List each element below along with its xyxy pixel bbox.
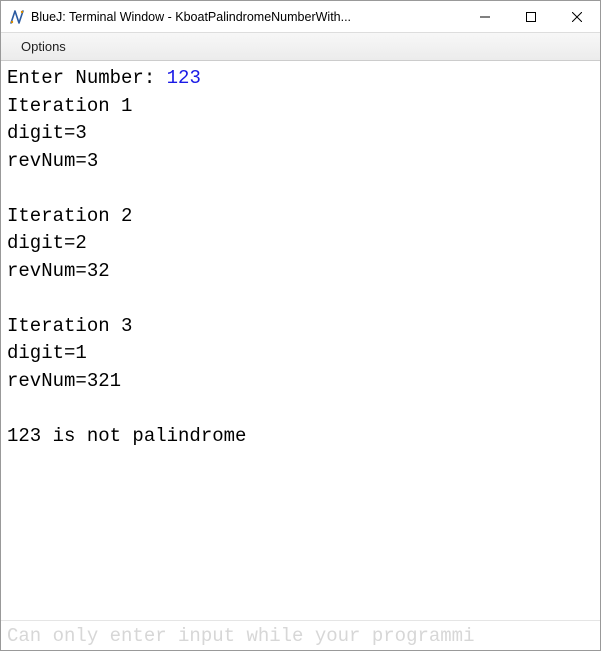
window-controls: [462, 1, 600, 32]
bluej-icon: [9, 9, 25, 25]
terminal-prompt: Enter Number:: [7, 67, 167, 89]
terminal-output[interactable]: Enter Number: 123 Iteration 1 digit=3 re…: [1, 61, 600, 620]
status-bar: Can only enter input while your programm…: [1, 620, 600, 650]
titlebar: BlueJ: Terminal Window - KboatPalindrome…: [1, 1, 600, 33]
window-title: BlueJ: Terminal Window - KboatPalindrome…: [31, 10, 462, 24]
menu-options[interactable]: Options: [15, 37, 72, 56]
status-text: Can only enter input while your programm…: [7, 625, 474, 647]
menubar: Options: [1, 33, 600, 61]
maximize-button[interactable]: [508, 1, 554, 32]
terminal-user-input: 123: [167, 67, 201, 89]
minimize-button[interactable]: [462, 1, 508, 32]
terminal-lines: Iteration 1 digit=3 revNum=3 Iteration 2…: [7, 95, 246, 448]
close-button[interactable]: [554, 1, 600, 32]
